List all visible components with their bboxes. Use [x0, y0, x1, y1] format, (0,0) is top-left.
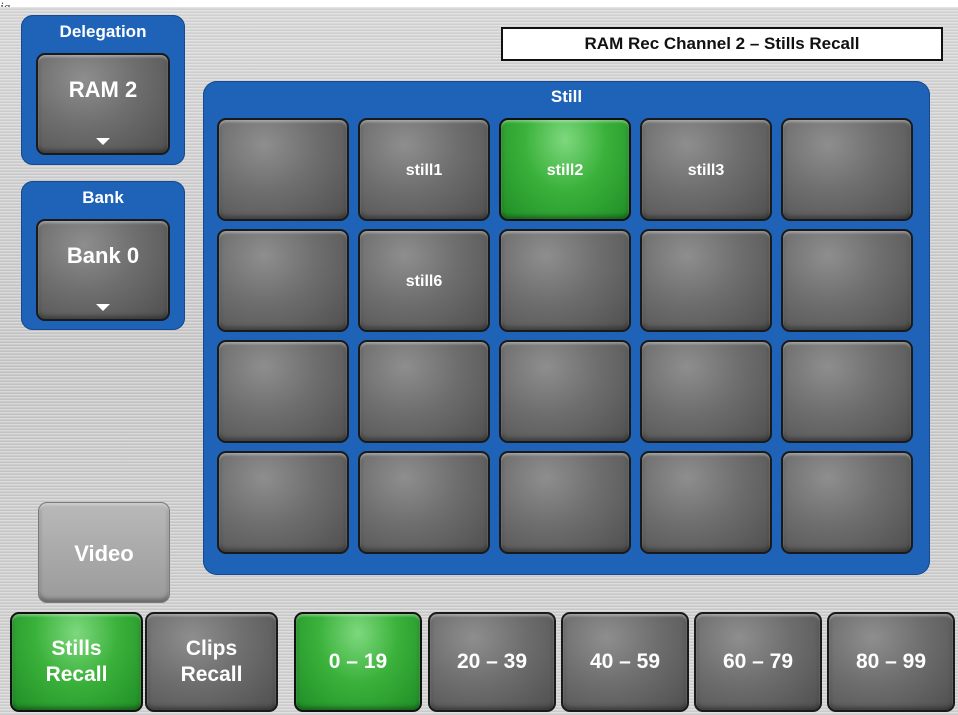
range-button[interactable]: 20 – 39 [428, 612, 556, 712]
still-slot-button[interactable]: still1 [358, 118, 490, 221]
chevron-down-icon [96, 304, 110, 311]
stills-recall-button[interactable]: Stills Recall [10, 612, 143, 712]
delegation-dropdown[interactable]: RAM 2 [36, 53, 170, 155]
still-slot-button[interactable]: still2 [499, 118, 631, 221]
still-slot-button[interactable] [499, 340, 631, 443]
chevron-down-icon [96, 138, 110, 145]
range-button[interactable]: 60 – 79 [694, 612, 822, 712]
range-button[interactable]: 80 – 99 [827, 612, 955, 712]
still-grid: still1 still2 still3 still6 [217, 118, 913, 554]
still-slot-button[interactable] [217, 451, 349, 554]
still-slot-button[interactable] [640, 229, 772, 332]
clips-recall-button[interactable]: Clips Recall [145, 612, 278, 712]
bank-title: Bank [82, 188, 124, 207]
still-slot-button[interactable]: still3 [640, 118, 772, 221]
still-panel-title: Still [550, 87, 583, 106]
still-slot-button[interactable] [781, 229, 913, 332]
range-button[interactable]: 0 – 19 [294, 612, 422, 712]
bank-dropdown[interactable]: Bank 0 [36, 219, 170, 321]
still-slot-button[interactable] [358, 451, 490, 554]
range-button[interactable]: 40 – 59 [561, 612, 689, 712]
bank-group: Bank Bank 0 [21, 181, 185, 330]
still-slot-button[interactable] [781, 340, 913, 443]
still-slot-button[interactable]: still6 [358, 229, 490, 332]
delegation-value: RAM 2 [68, 77, 138, 102]
delegation-title: Delegation [59, 22, 147, 41]
still-slot-button[interactable] [781, 451, 913, 554]
video-button[interactable]: Video [38, 502, 170, 603]
still-slot-button[interactable] [217, 118, 349, 221]
still-slot-button[interactable] [781, 118, 913, 221]
still-slot-button[interactable] [358, 340, 490, 443]
bank-value: Bank 0 [66, 243, 140, 268]
still-slot-button[interactable] [640, 340, 772, 443]
page-title: RAM Rec Channel 2 – Stills Recall [501, 27, 943, 61]
delegation-group: Delegation RAM 2 [21, 15, 185, 165]
still-slot-button[interactable] [640, 451, 772, 554]
still-slot-button[interactable] [499, 451, 631, 554]
still-slot-button[interactable] [499, 229, 631, 332]
still-slot-button[interactable] [217, 340, 349, 443]
still-slot-button[interactable] [217, 229, 349, 332]
